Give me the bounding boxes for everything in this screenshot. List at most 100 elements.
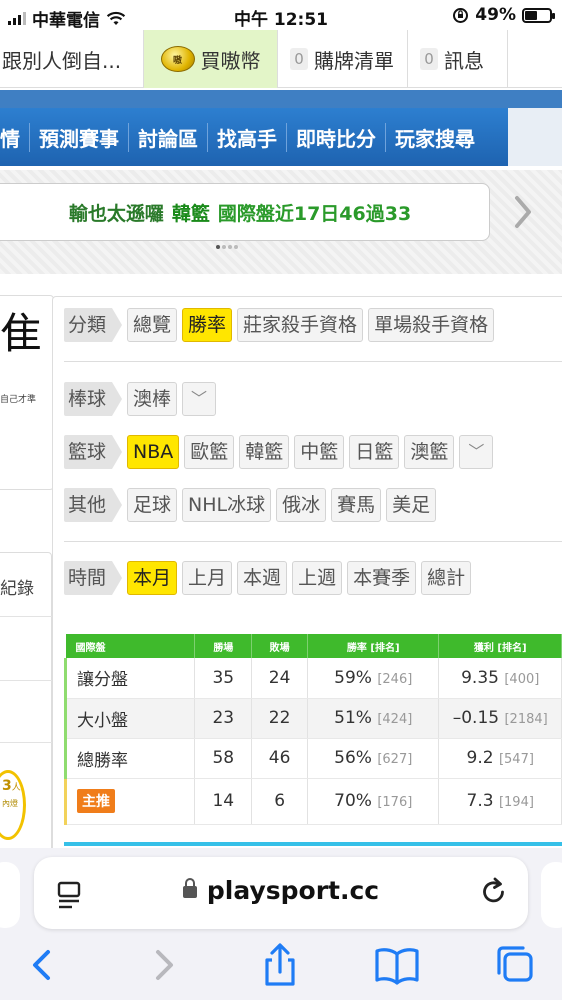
row-losses: 22 xyxy=(251,698,308,739)
site-tabs: 跟別人倒自... 嗷 買嗷幣 0 購牌清單 0 訊息 xyxy=(0,30,562,88)
filter-last-month[interactable]: 上月 xyxy=(182,561,233,595)
filter-aus-basketball[interactable]: 澳籃 xyxy=(404,435,455,469)
tabs-icon[interactable] xyxy=(490,940,540,990)
win-rate-rank: [424] xyxy=(377,712,413,727)
nav-item-live-score[interactable]: 即時比分 xyxy=(287,122,386,152)
forward-icon[interactable] xyxy=(138,940,188,990)
side-menu-divider xyxy=(0,742,52,743)
filter-nhl[interactable]: NHL冰球 xyxy=(182,488,272,522)
row-losses: 6 xyxy=(251,778,308,825)
filter-category-label: 分類 xyxy=(64,308,123,342)
filter-single-killer[interactable]: 單場殺手資格 xyxy=(368,308,495,342)
filter-russian-hockey[interactable]: 俄冰 xyxy=(276,488,327,522)
browser-toolbar xyxy=(0,940,562,1000)
nav-item-predict[interactable]: 預測賽事 xyxy=(30,122,129,152)
table-bottom-border xyxy=(64,842,562,846)
basketball-dropdown-icon[interactable]: ﹀ xyxy=(459,435,494,469)
ticker-text-2: 韓籃 xyxy=(171,202,210,225)
col-header-profit: 獲利 [排名] xyxy=(438,634,562,658)
row-losses: 46 xyxy=(251,738,308,779)
row-name: 主推 xyxy=(63,778,196,825)
win-rate-value: 70% xyxy=(334,791,372,811)
filter-japan-basketball[interactable]: 日籃 xyxy=(349,435,400,469)
filter-nba[interactable]: NBA xyxy=(127,435,180,469)
win-rate-value: 59% xyxy=(334,667,372,688)
tab-purchase-list[interactable]: 0 購牌清單 xyxy=(278,30,408,88)
row-losses: 24 xyxy=(251,658,308,699)
ticker-text-1: 輸也太遜囉 xyxy=(68,202,164,225)
filter-other-row: 其他 足球 NHL冰球 俄冰 賽馬 美足 xyxy=(64,488,437,522)
row-wins: 35 xyxy=(194,658,253,699)
ticker-text-3: 國際盤近17日46過33 xyxy=(217,202,412,225)
filter-other-label: 其他 xyxy=(64,488,123,522)
filter-win-rate[interactable]: 勝率 xyxy=(182,308,233,342)
filter-overview[interactable]: 總覽 xyxy=(127,308,178,342)
row-wins: 14 xyxy=(194,778,253,825)
reload-icon[interactable] xyxy=(478,876,510,908)
battery-percent: 49% xyxy=(475,5,516,25)
filter-soccer[interactable]: 足球 xyxy=(127,488,178,522)
win-rate-value: 56% xyxy=(334,748,372,768)
filter-last-week[interactable]: 上週 xyxy=(292,561,343,595)
back-icon[interactable] xyxy=(18,940,68,990)
filter-euro-basketball[interactable]: 歐籃 xyxy=(184,435,235,469)
tab-buy-coins-label: 買嗷幣 xyxy=(200,48,261,73)
row-profit: –0.15 [2184] xyxy=(438,698,562,739)
filter-horse-racing[interactable]: 賽馬 xyxy=(331,488,382,522)
row-win-rate: 51% [424] xyxy=(307,698,440,739)
tab-messages[interactable]: 0 訊息 xyxy=(408,30,508,88)
ticker-banner[interactable]: 輸也太遜囉 韓籃 國際盤近17日46過33 xyxy=(0,183,490,241)
nav-item-find-experts[interactable]: 找高手 xyxy=(208,122,287,152)
filter-this-month[interactable]: 本月 xyxy=(127,561,178,595)
nav-top-strip xyxy=(0,90,562,108)
side-menu-record[interactable]: 紀錄 xyxy=(0,574,34,599)
share-icon[interactable] xyxy=(255,940,305,990)
tab-messages-label: 訊息 xyxy=(444,48,484,73)
row-win-rate: 56% [627] xyxy=(307,738,440,779)
profit-rank: [2184] xyxy=(504,712,548,727)
stats-table: 國際盤 勝場 敗場 勝率 [排名] 獲利 [排名] 讓分盤 35 24 59% … xyxy=(63,634,562,825)
filter-basketball-label: 籃球 xyxy=(64,435,123,469)
row-profit: 7.3 [194] xyxy=(438,778,562,825)
profile-motto: 自己才準 xyxy=(0,395,37,405)
nav-item-player-search[interactable]: 玩家搜尋 xyxy=(386,123,484,152)
tab-buy-coins[interactable]: 嗷 買嗷幣 xyxy=(143,30,278,88)
fan-badge: 3人 內燈 xyxy=(2,778,21,810)
url-text: playsport.cc xyxy=(206,876,380,905)
row-profit: 9.35 [400] xyxy=(438,658,562,699)
filter-this-week[interactable]: 本週 xyxy=(237,561,288,595)
tab-purchase-list-label: 購牌清單 xyxy=(314,48,394,73)
filter-total[interactable]: 總計 xyxy=(421,561,472,595)
filter-korea-basketball[interactable]: 韓籃 xyxy=(239,435,290,469)
coin-icon: 嗷 xyxy=(160,46,195,72)
filter-this-season[interactable]: 本賽季 xyxy=(347,561,417,595)
nav-item-partial[interactable]: 情 xyxy=(0,122,30,152)
tab-back-link[interactable]: 跟別人倒自... xyxy=(0,30,143,88)
status-bar: 中華電信 中午 12:51 49% xyxy=(0,0,562,32)
filter-category-row: 分類 總覽 勝率 莊家殺手資格 單場殺手資格 xyxy=(64,308,495,342)
filter-baseball-label: 棒球 xyxy=(64,382,123,416)
ticker-next-icon[interactable] xyxy=(508,190,538,234)
nav-item-forum[interactable]: 討論區 xyxy=(129,122,208,152)
stats-header-row: 國際盤 勝場 敗場 勝率 [排名] 獲利 [排名] xyxy=(65,634,562,658)
filter-banker-killer[interactable]: 莊家殺手資格 xyxy=(237,308,364,342)
lock-icon xyxy=(182,878,197,898)
filter-time-row: 時間 本月 上月 本週 上週 本賽季 總計 xyxy=(64,561,472,595)
row-win-rate: 70% [176] xyxy=(307,778,440,825)
filter-american-football[interactable]: 美足 xyxy=(386,488,437,522)
col-header-losses: 敗場 xyxy=(251,634,308,658)
filter-china-basketball[interactable]: 中籃 xyxy=(294,435,345,469)
filter-baseball-row: 棒球 澳棒 ﹀ xyxy=(64,382,217,416)
win-rate-rank: [176] xyxy=(377,795,413,810)
table-row: 主推 14 6 70% [176] 7.3 [194] xyxy=(63,778,562,825)
profit-value: 9.2 xyxy=(466,748,494,768)
baseball-dropdown-icon[interactable]: ﹀ xyxy=(182,382,217,416)
col-header-market: 國際盤 xyxy=(65,634,196,658)
filter-aus-baseball[interactable]: 澳棒 xyxy=(127,382,178,416)
table-row: 大小盤 23 22 51% [424] –0.15 [2184] xyxy=(63,698,562,739)
bookmarks-icon[interactable] xyxy=(372,940,422,990)
filter-time-label: 時間 xyxy=(64,561,123,595)
filter-divider xyxy=(64,361,562,362)
profit-rank: [194] xyxy=(498,795,534,810)
profit-value: 7.3 xyxy=(466,791,494,811)
